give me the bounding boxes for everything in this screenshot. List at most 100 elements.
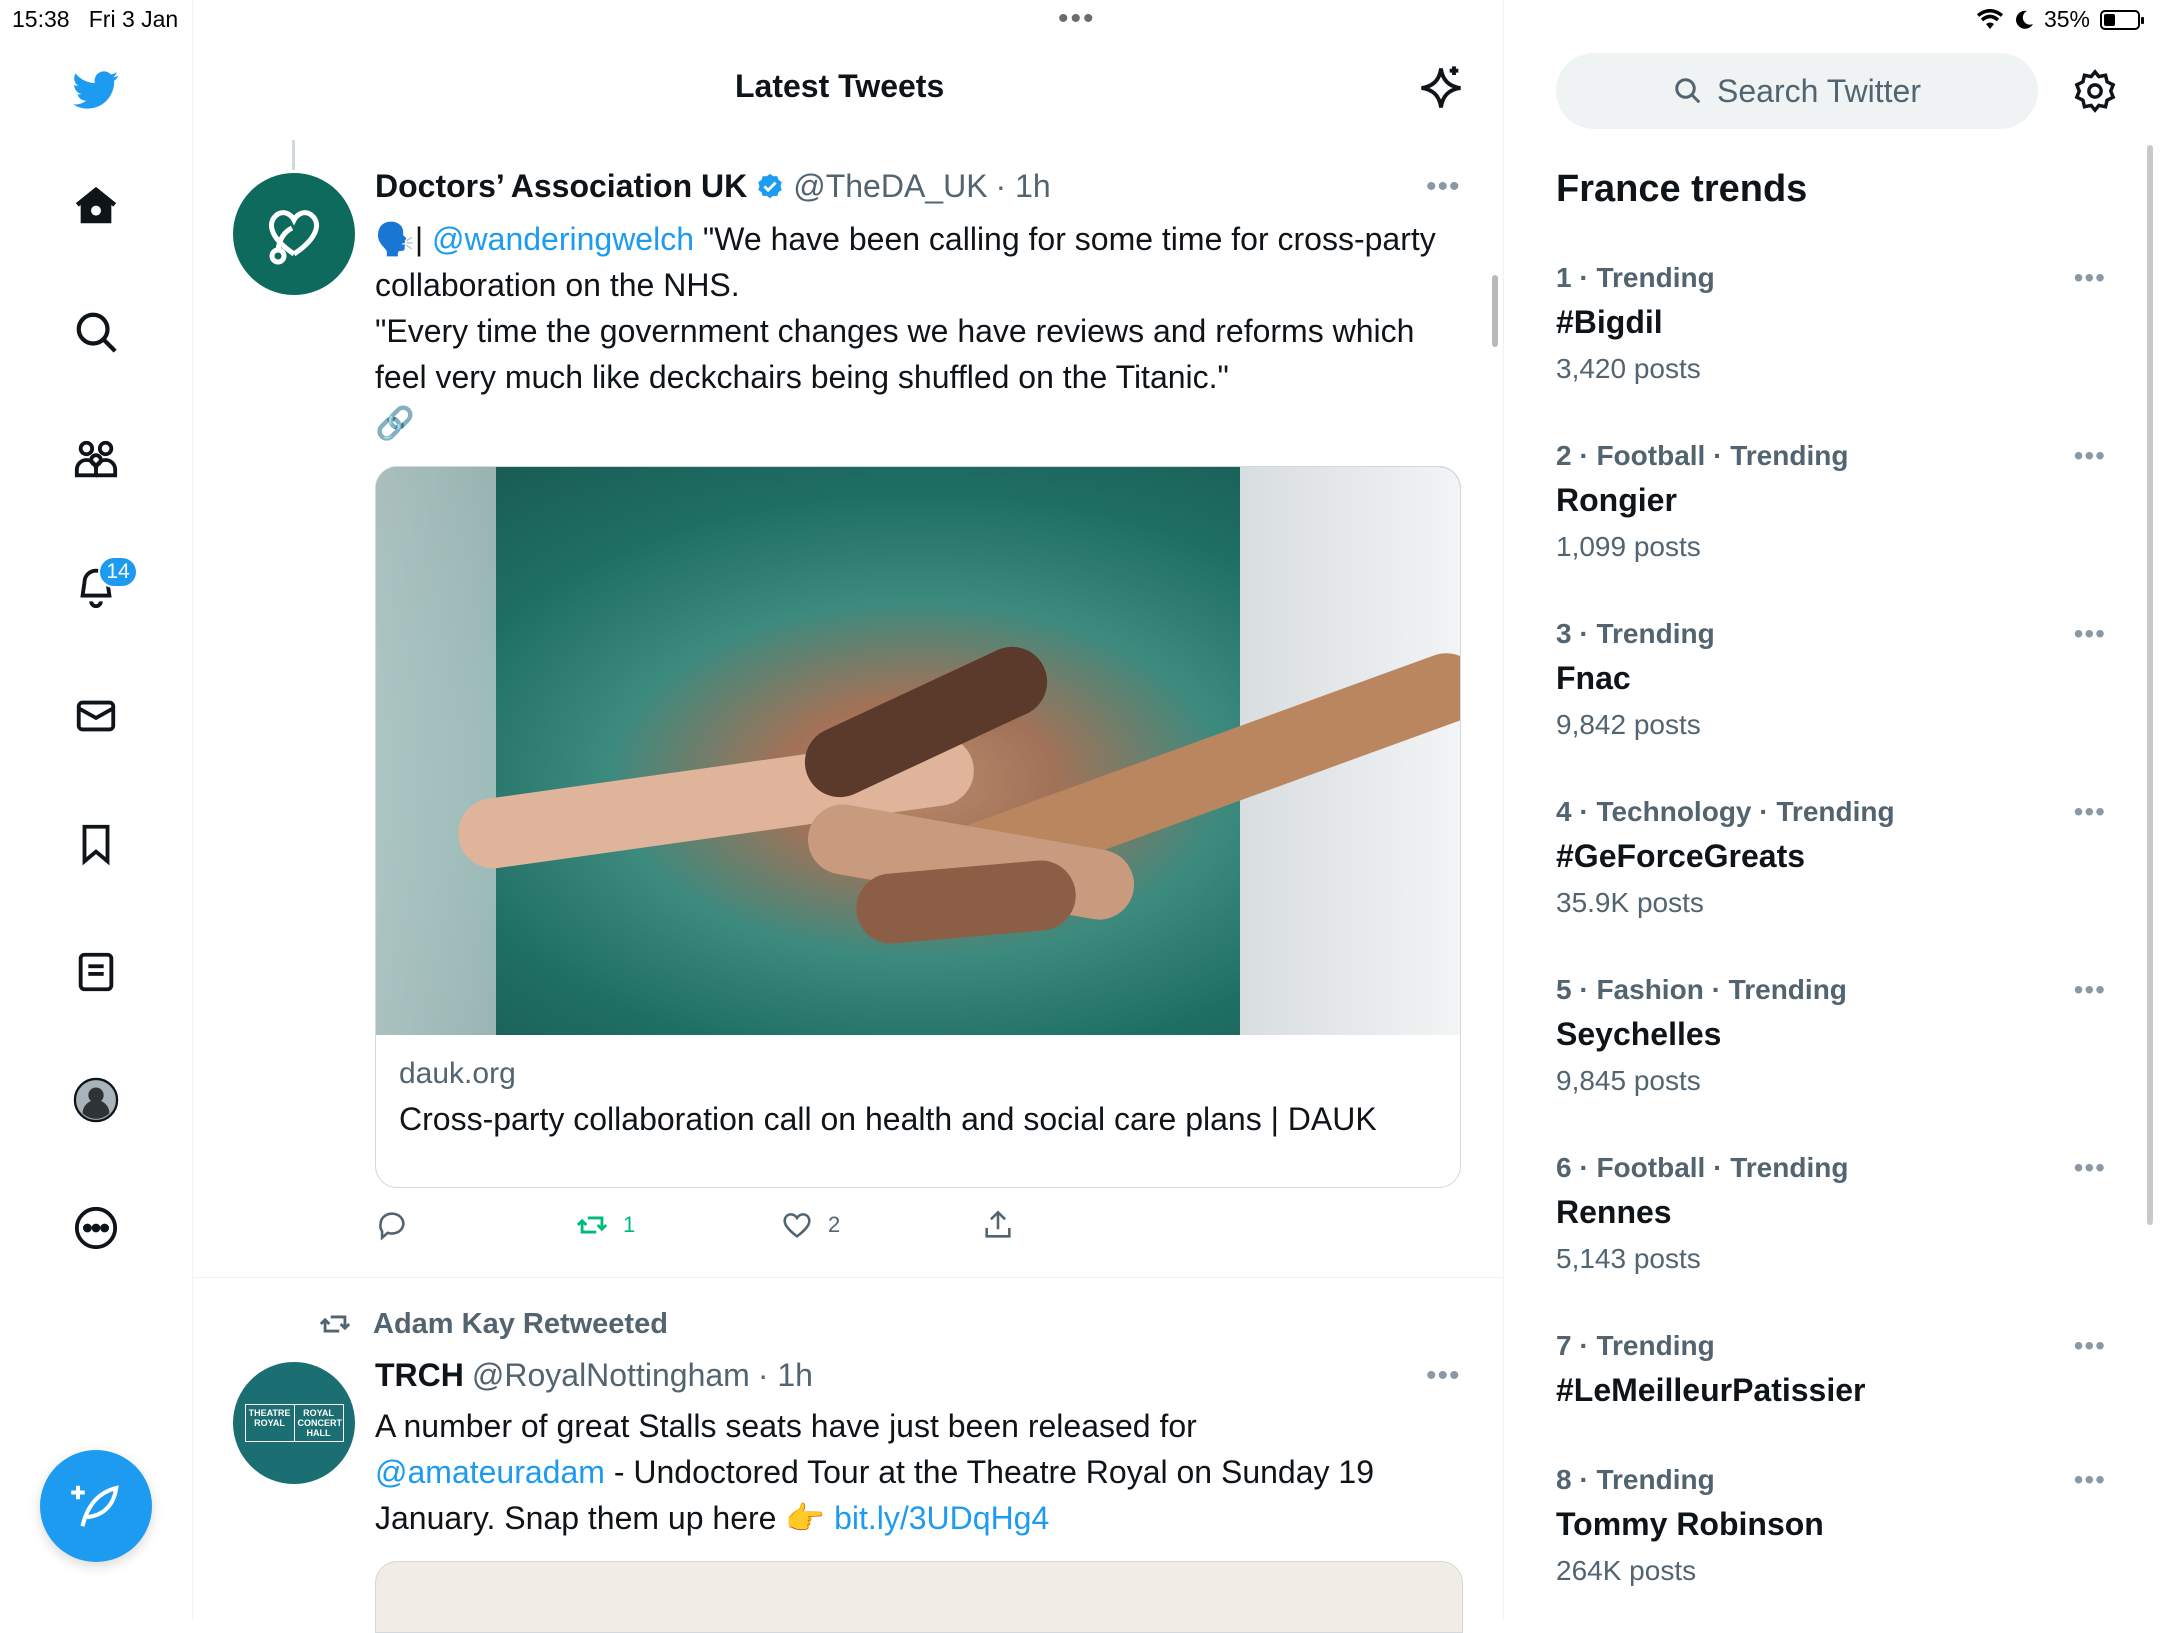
twitter-logo-icon[interactable] xyxy=(70,64,122,116)
trend-meta: 5 · Fashion · Trending xyxy=(1556,974,1847,1005)
trend-more-icon[interactable]: ••• xyxy=(2074,796,2106,828)
trend-posts: 35.9K posts xyxy=(1556,887,1704,918)
trend-item[interactable]: 1 · Trending #Bigdil 3,420 posts ••• xyxy=(1556,262,2116,385)
profile-avatar-icon[interactable] xyxy=(70,1074,122,1126)
external-link[interactable]: bit.ly/3UDqHg4 xyxy=(834,1500,1049,1536)
trends-title: France trends xyxy=(1556,168,1808,210)
share-button[interactable] xyxy=(981,1208,1015,1242)
tweet-timestamp[interactable]: · 1h xyxy=(758,1357,813,1394)
trend-meta: 4 · Technology · Trending xyxy=(1556,796,1895,827)
tweet-author-handle[interactable]: @RoyalNottingham xyxy=(472,1357,750,1394)
lists-icon[interactable] xyxy=(70,946,122,998)
tweet-body: A number of great Stalls seats have just… xyxy=(375,1403,1455,1541)
mention-link[interactable]: @wanderingwelch xyxy=(432,221,694,257)
stethoscope-heart-logo-icon xyxy=(268,210,320,265)
settings-gear-icon[interactable] xyxy=(2072,68,2118,114)
retweet-indicator-icon xyxy=(319,1315,351,1333)
trend-meta: 3 · Trending xyxy=(1556,618,1715,649)
left-navigation: 14 xyxy=(0,0,193,1620)
trend-more-icon[interactable]: ••• xyxy=(2074,618,2106,650)
like-count: 2 xyxy=(828,1212,841,1237)
reply-icon xyxy=(379,1212,405,1241)
heart-icon xyxy=(783,1213,811,1238)
trend-meta: 2 · Football · Trending xyxy=(1556,440,1849,471)
trend-posts: 9,845 posts xyxy=(1556,1065,1701,1096)
trend-posts: 5,143 posts xyxy=(1556,1243,1701,1274)
trend-name: Fnac xyxy=(1556,660,1631,696)
trend-name: #GeForceGreats xyxy=(1556,838,1806,874)
trend-posts: 9,842 posts xyxy=(1556,709,1701,740)
search-icon xyxy=(1675,78,1701,104)
trend-posts: 3,420 posts xyxy=(1556,353,1701,384)
tweet-divider xyxy=(193,1277,1503,1278)
trend-item[interactable]: 4 · Technology · Trending #GeForceGreats… xyxy=(1556,796,2116,919)
tweet-more-icon[interactable]: ••• xyxy=(1426,1359,1461,1393)
tweet-media-preview[interactable] xyxy=(375,1561,1463,1633)
trend-more-icon[interactable]: ••• xyxy=(2074,440,2106,472)
trend-item[interactable]: 5 · Fashion · Trending Seychelles 9,845 … xyxy=(1556,974,2116,1097)
search-placeholder: Search Twitter xyxy=(1717,72,1921,109)
tweet-author-name[interactable]: Doctors’ Association UK xyxy=(375,168,747,205)
main-scrollbar[interactable] xyxy=(1492,275,1498,347)
tweet-author-handle[interactable]: @TheDA_UK xyxy=(793,168,987,205)
trend-name: #Bigdil xyxy=(1556,304,1663,340)
trend-more-icon[interactable]: ••• xyxy=(2074,1464,2106,1496)
speaking-head-emoji: 🗣️| xyxy=(375,221,424,257)
link-preview-card[interactable]: dauk.org Cross-party collaboration call … xyxy=(375,466,1461,1188)
reply-button[interactable] xyxy=(375,1208,409,1242)
trend-posts: 264K posts xyxy=(1556,1555,1697,1586)
sparkle-timeline-toggle-icon[interactable] xyxy=(1415,62,1467,114)
compose-feather-icon xyxy=(71,1485,119,1527)
trch-avatar[interactable]: THEATRE ROYAL ROYAL CONCERT HALL xyxy=(233,1362,355,1484)
battery-level-fill xyxy=(2104,13,2116,26)
trend-item[interactable]: 7 · Trending #LeMeilleurPatissier ••• xyxy=(1556,1330,2116,1409)
tweet-more-icon[interactable]: ••• xyxy=(1426,170,1461,204)
mention-link[interactable]: @amateuradam xyxy=(375,1454,605,1490)
trend-meta: 6 · Football · Trending xyxy=(1556,1152,1849,1183)
more-options-icon[interactable] xyxy=(70,1202,122,1254)
tweet-author-name[interactable]: TRCH xyxy=(375,1357,464,1394)
retweet-button[interactable]: 1 xyxy=(575,1208,635,1242)
card-domain: dauk.org xyxy=(399,1057,516,1090)
trend-name: #LeMeilleurPatissier xyxy=(1556,1372,1866,1408)
trend-more-icon[interactable]: ••• xyxy=(2074,1152,2106,1184)
tweet-body: 🗣️| @wanderingwelch "We have been callin… xyxy=(375,216,1455,446)
compose-tweet-button[interactable] xyxy=(40,1450,152,1562)
home-icon[interactable] xyxy=(70,180,122,232)
messages-envelope-icon[interactable] xyxy=(70,690,122,742)
trch-logo: THEATRE ROYAL ROYAL CONCERT HALL xyxy=(244,1404,344,1442)
retweeted-by[interactable]: Adam Kay Retweeted xyxy=(315,1307,668,1341)
retweet-icon xyxy=(576,1216,608,1234)
dauk-avatar[interactable] xyxy=(233,173,355,295)
trend-item[interactable]: 2 · Football · Trending Rongier 1,099 po… xyxy=(1556,440,2116,563)
bookmarks-icon[interactable] xyxy=(70,818,122,870)
thread-line xyxy=(292,140,295,170)
page-title: Latest Tweets xyxy=(735,68,945,104)
wifi-icon xyxy=(1976,8,2004,29)
battery-percentage: 35% xyxy=(2043,6,2090,32)
trend-meta: 1 · Trending xyxy=(1556,262,1715,293)
tweet-text-part2: "Every time the government changes we ha… xyxy=(375,313,1415,395)
trend-item[interactable]: 6 · Football · Trending Rennes 5,143 pos… xyxy=(1556,1152,2116,1275)
battery-icon xyxy=(2100,9,2144,30)
search-input[interactable]: Search Twitter xyxy=(1556,53,2038,129)
status-bar-indicators: 35% xyxy=(1976,6,2144,33)
trend-meta: 8 · Trending xyxy=(1556,1464,1715,1495)
tweet-timestamp[interactable]: · 1h xyxy=(996,168,1051,205)
card-title: Cross-party collaboration call on health… xyxy=(399,1101,1377,1137)
sidebar-scrollbar[interactable] xyxy=(2147,145,2153,1225)
trend-item[interactable]: 8 · Trending Tommy Robinson 264K posts •… xyxy=(1556,1464,2116,1587)
verified-badge-icon xyxy=(758,173,782,198)
trend-item[interactable]: 3 · Trending Fnac 9,842 posts ••• xyxy=(1556,618,2116,741)
trend-more-icon[interactable]: ••• xyxy=(2074,974,2106,1006)
like-button[interactable]: 2 xyxy=(780,1208,840,1242)
trend-name: Rongier xyxy=(1556,482,1677,518)
trend-more-icon[interactable]: ••• xyxy=(2074,1330,2106,1362)
trend-name: Tommy Robinson xyxy=(1556,1506,1824,1542)
trend-more-icon[interactable]: ••• xyxy=(2074,262,2106,294)
retweeted-by-label: Adam Kay Retweeted xyxy=(373,1307,668,1340)
communities-icon[interactable] xyxy=(70,434,122,486)
share-icon xyxy=(985,1210,1011,1238)
explore-search-icon[interactable] xyxy=(70,306,122,358)
tweet-header: TRCH @RoyalNottingham · 1h xyxy=(375,1357,813,1394)
